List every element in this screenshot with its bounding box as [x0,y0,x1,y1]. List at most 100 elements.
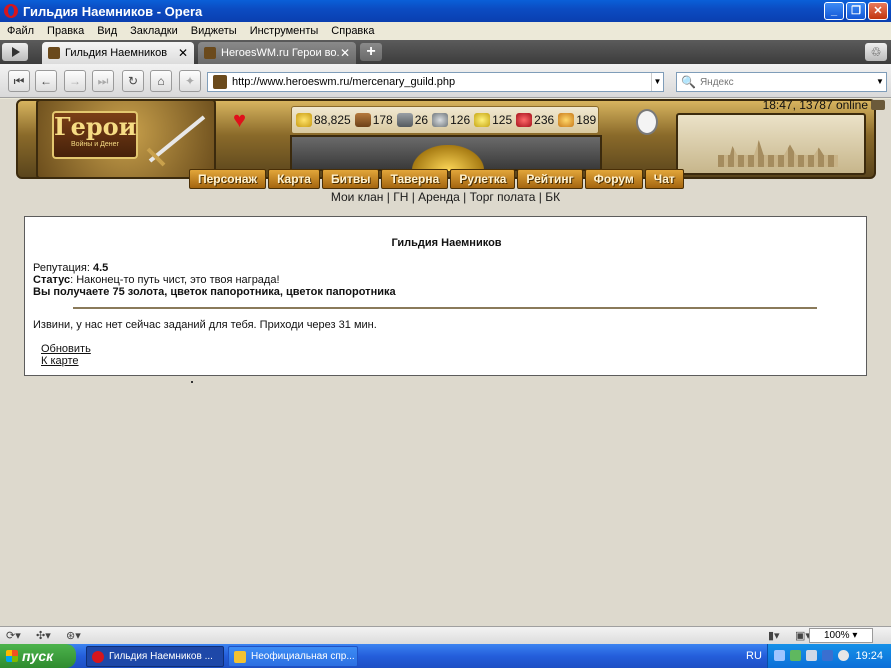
tab-heroeswm[interactable]: HeroesWM.ru Герои во... ✕ [198,42,356,64]
resource-crystal: 236 [516,113,554,127]
menu-edit[interactable]: Правка [40,25,90,37]
game-header-right [676,113,866,175]
link-my-clan[interactable]: Мои клан [331,190,384,204]
opera-icon [92,651,104,663]
link-rent[interactable]: Аренда [418,190,460,204]
antivirus-icon[interactable] [790,650,801,661]
refresh-link[interactable]: Обновить [41,343,91,355]
back-button[interactable]: ← [35,70,57,92]
system-tray: 19:24 [767,644,891,668]
fast-forward-button[interactable]: ⏭ [92,70,114,92]
opera-logo-icon [4,4,18,18]
nav-rating[interactable]: Рейтинг [517,169,583,189]
sync-icon[interactable]: ⟳▾ [6,629,21,642]
search-input[interactable] [699,76,870,88]
online-chat-icon[interactable] [871,100,885,110]
zoom-value: 100% [824,630,850,641]
link-bk[interactable]: БК [545,190,560,204]
closed-tabs-trash-icon[interactable]: ♲ [865,43,887,61]
site-favicon-icon [48,47,60,59]
resource-value: 189 [576,113,597,127]
game-header-left: Герои Войны и Денег [36,99,216,179]
turbo-icon[interactable]: ⊛▾ [66,629,81,642]
nav-map[interactable]: Карта [268,169,320,189]
home-button[interactable]: ⌂ [150,70,172,92]
panel-toggle-icon[interactable]: ▮▾ [768,629,780,642]
sub-links: Мои клан | ГН | Аренда | Торг полата | Б… [330,190,561,204]
tab-mercenary-guild[interactable]: Гильдия Наемников ✕ [42,42,194,64]
zoom-control[interactable]: 100% ▾ [809,628,873,643]
link-trade[interactable]: Торг полата [470,190,536,204]
tab-close-icon[interactable]: ✕ [340,46,350,60]
resources-panel: 88,825 178 26 126 125 236 189 [291,106,599,134]
close-button[interactable]: ✕ [868,2,888,20]
unite-icon[interactable]: ✣▾ [36,629,51,642]
window-titlebar[interactable]: Гильдия Наемников - Opera _ ❐ ✕ [0,0,891,22]
wand-button[interactable]: ✦ [179,70,201,92]
taskbar-opera[interactable]: Гильдия Наемников ... [86,646,224,667]
reload-button[interactable]: ↻ [122,70,144,92]
maximize-button[interactable]: ❐ [846,2,866,20]
divider [73,307,817,309]
ore-icon [396,113,413,127]
reward-line: Вы получаете 75 золота, цветок папоротни… [33,286,396,298]
crystal-icon [516,113,533,127]
menu-tools[interactable]: Инструменты [243,25,325,37]
menu-bar: Файл Правка Вид Закладки Виджеты Инструм… [0,22,891,40]
resource-gold: 88,825 [296,113,351,127]
update-icon[interactable] [838,650,849,661]
nav-character[interactable]: Персонаж [189,169,267,189]
navigation-toolbar: ⏮ ← → ⏭ ↻ ⌂ ✦ http://www.heroeswm.ru/mer… [0,64,891,98]
resource-sulfur: 125 [474,113,512,127]
address-bar[interactable]: http://www.heroeswm.ru/mercenary_guild.p… [207,72,664,92]
gold-pile-icon [412,145,484,171]
window-title: Гильдия Наемников - Opera [23,3,203,19]
menu-file[interactable]: Файл [0,25,40,37]
signal-icon[interactable] [822,650,833,661]
rewind-button[interactable]: ⏮ [8,70,30,92]
site-favicon-icon [204,47,216,59]
resource-value: 236 [534,113,555,127]
back-to-map-link[interactable]: К карте [41,355,79,367]
health-heart-icon[interactable]: ♥ [233,109,246,131]
help-file-icon [234,651,246,663]
page-viewport: Герои Войны и Денег ♥ 88,825 178 26 126 … [0,98,891,626]
new-tab-button[interactable]: + [360,43,382,61]
network-icon[interactable] [774,650,785,661]
reputation-value: 4.5 [92,262,109,274]
address-dropdown-icon[interactable]: ▼ [651,73,663,91]
link-gn[interactable]: ГН [393,190,408,204]
windows-taskbar: пуск Гильдия Наемников ... Неофициальная… [0,644,891,668]
forward-button[interactable]: → [64,70,86,92]
taskbar-reference[interactable]: Неофициальная спр... [228,646,358,667]
nav-forum[interactable]: Форум [584,169,643,189]
sulfur-icon [474,113,491,127]
resource-value: 88,825 [314,113,351,127]
browser-status-bar: ⟳▾ ✣▾ ⊛▾ ▮▾ ▣▾ 100% ▾ [0,626,891,644]
game-main-nav: Персонаж Карта Битвы Таверна Рулетка Рей… [189,169,686,189]
guild-content-box: Гильдия Наемников Репутация: 4.5 Статус:… [24,216,867,376]
resource-wood: 178 [354,113,393,127]
menu-widgets[interactable]: Виджеты [184,25,243,37]
pocket-watch-icon [636,109,658,135]
start-button[interactable]: пуск [0,644,76,668]
nav-chat[interactable]: Чат [644,169,684,189]
language-indicator[interactable]: RU [746,644,762,668]
panel-toggle-button[interactable] [2,43,28,61]
nav-tavern[interactable]: Таверна [381,169,449,189]
volume-icon[interactable] [806,650,817,661]
clock: 19:24 [855,650,883,662]
menu-bookmarks[interactable]: Закладки [123,25,184,37]
menu-view[interactable]: Вид [90,25,123,37]
tab-close-icon[interactable]: ✕ [178,46,188,60]
game-logo[interactable]: Герои Войны и Денег [52,111,138,159]
minimize-button[interactable]: _ [824,2,844,20]
resource-ore: 26 [396,113,428,127]
wood-icon [354,113,371,127]
search-box[interactable]: 🔍 ▼ [676,72,887,92]
nav-roulette[interactable]: Рулетка [450,169,516,189]
resource-value: 178 [372,113,393,127]
search-dropdown-icon[interactable]: ▼ [874,73,886,91]
nav-battles[interactable]: Битвы [321,169,380,189]
menu-help[interactable]: Справка [324,25,380,37]
